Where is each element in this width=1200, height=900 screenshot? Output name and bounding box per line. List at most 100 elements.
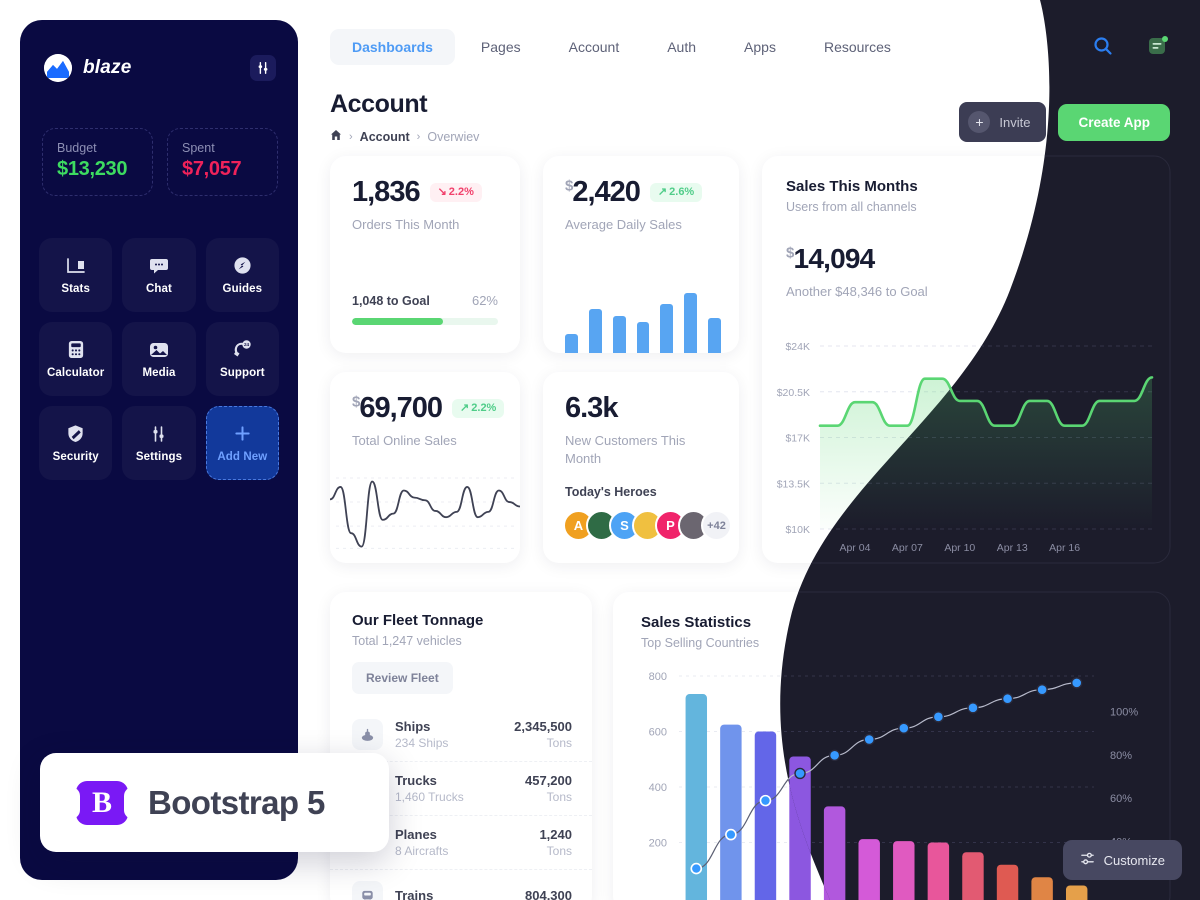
svg-text:$10K: $10K bbox=[785, 524, 810, 536]
orders-goal-block: 1,048 to Goal 62% bbox=[352, 293, 498, 325]
sidebar-item-calculator[interactable]: Calculator bbox=[39, 322, 113, 396]
sidebar-settings-icon[interactable] bbox=[250, 55, 276, 81]
fleet-list-item[interactable]: Trains 804,300 bbox=[330, 869, 592, 900]
sales-month-goal-text: Another $48,346 to Goal bbox=[786, 284, 928, 299]
arrow-up-icon: ↗ bbox=[460, 402, 470, 414]
svg-text:Apr 04: Apr 04 bbox=[839, 542, 870, 554]
tab-auth[interactable]: Auth bbox=[645, 29, 718, 65]
fleet-item-value-block: 2,345,500 Tons bbox=[514, 719, 572, 750]
chat-bubble-icon bbox=[149, 256, 169, 276]
breadcrumb-item-account[interactable]: Account bbox=[360, 130, 410, 144]
svg-text:600: 600 bbox=[649, 727, 667, 739]
fleet-item-value-block: 457,200 Tons bbox=[525, 773, 572, 804]
sidebar-item-guides[interactable]: Guides bbox=[205, 238, 279, 312]
sidebar-item-stats[interactable]: Stats bbox=[39, 238, 113, 312]
budget-summary: Budget $13,230 Spent $7,057 bbox=[20, 82, 298, 196]
fleet-item-count: 1,460 Trucks bbox=[395, 790, 464, 804]
bar bbox=[823, 806, 846, 900]
sidebar-item-label: Settings bbox=[135, 450, 183, 463]
tab-account[interactable]: Account bbox=[547, 29, 642, 65]
header-actions: + Invite Create App bbox=[959, 102, 1170, 142]
arrow-up-icon: ↗ bbox=[657, 186, 668, 198]
bar bbox=[565, 333, 578, 353]
sidebar-item-settings[interactable]: Settings bbox=[122, 406, 196, 480]
review-fleet-button[interactable]: Review Fleet bbox=[352, 662, 453, 694]
online-delta-badge: ↗ 2.2% bbox=[452, 399, 505, 418]
breadcrumb-separator: › bbox=[416, 130, 421, 143]
customers-subtitle: New Customers This Month bbox=[565, 433, 686, 466]
data-point bbox=[690, 862, 703, 875]
card-new-customers: 6.3k New Customers This Month Today's He… bbox=[543, 372, 739, 563]
svg-text:Apr 10: Apr 10 bbox=[944, 542, 975, 554]
tab-resources[interactable]: Resources bbox=[802, 29, 913, 65]
data-point bbox=[1036, 683, 1048, 696]
svg-text:80%: 80% bbox=[1110, 750, 1132, 762]
svg-text:Apr 16: Apr 16 bbox=[1049, 542, 1080, 554]
bar bbox=[612, 315, 626, 353]
tab-apps[interactable]: Apps bbox=[722, 29, 798, 65]
fleet-header: Our Fleet Tonnage Total 1,247 vehicles R… bbox=[330, 592, 592, 694]
bar bbox=[996, 864, 1019, 900]
ship-icon bbox=[352, 719, 383, 750]
avg-number: 2,420 bbox=[572, 176, 641, 208]
sidebar-item-support[interactable]: 24 Support bbox=[205, 322, 279, 396]
fleet-item-value: 2,345,500 bbox=[514, 719, 572, 734]
fleet-title: Our Fleet Tonnage bbox=[352, 612, 484, 629]
orders-goal-label: 1,048 to Goal bbox=[352, 294, 430, 308]
avg-delta-badge: ↗ 2.6% bbox=[649, 183, 703, 202]
bar bbox=[660, 304, 674, 353]
sidebar-item-add-new[interactable]: Add New bbox=[205, 406, 279, 480]
sliders-icon bbox=[1080, 851, 1095, 869]
bar bbox=[1065, 885, 1088, 900]
search-icon[interactable] bbox=[1090, 33, 1116, 59]
sales-stats-title: Sales Statistics bbox=[641, 614, 752, 631]
sidebar-item-media[interactable]: Media bbox=[122, 322, 196, 396]
bar bbox=[927, 842, 950, 900]
tab-dashboards[interactable]: Dashboards bbox=[330, 29, 455, 65]
fleet-item-unit: Tons bbox=[546, 844, 572, 858]
avatar-overflow-count[interactable]: +42 bbox=[701, 510, 732, 541]
home-icon[interactable] bbox=[330, 129, 342, 144]
bootstrap-logo-icon: B bbox=[71, 780, 133, 825]
fleet-item-value: 1,240 bbox=[539, 827, 572, 842]
sales-month-subtitle: Users from all channels bbox=[786, 200, 917, 214]
invite-label: Invite bbox=[999, 114, 1031, 130]
bar bbox=[684, 293, 698, 353]
sales-month-more-icon[interactable] bbox=[1126, 178, 1150, 200]
customers-stat-top: 6.3k New Customers This Month bbox=[543, 372, 739, 467]
fleet-item-name: Trucks bbox=[395, 773, 437, 788]
svg-text:200: 200 bbox=[649, 838, 667, 850]
notes-icon[interactable] bbox=[1145, 33, 1171, 59]
customize-button[interactable]: Customize bbox=[1062, 840, 1182, 880]
svg-text:800: 800 bbox=[649, 671, 667, 683]
heroes-avatar-group[interactable]: A S P +42 bbox=[563, 510, 732, 541]
invite-button[interactable]: + Invite bbox=[959, 102, 1047, 142]
card-fleet-tonnage: Our Fleet Tonnage Total 1,247 vehicles R… bbox=[330, 592, 592, 900]
online-number: 69,700 bbox=[359, 392, 443, 424]
top-right-icons bbox=[1090, 33, 1171, 59]
data-point bbox=[967, 701, 979, 714]
compass-icon bbox=[233, 256, 252, 276]
data-point bbox=[794, 767, 806, 780]
svg-text:$24K: $24K bbox=[785, 341, 810, 353]
breadcrumb: › Account › Overwiev bbox=[330, 129, 479, 144]
fleet-item-value: 457,200 bbox=[525, 773, 572, 788]
fleet-item-value-block: 804,300 bbox=[525, 888, 572, 900]
spent-value: $7,057 bbox=[182, 158, 242, 180]
sidebar-item-chat[interactable]: Chat bbox=[122, 238, 196, 312]
fleet-item-value-block: 1,240 Tons bbox=[539, 827, 572, 858]
sidebar-item-label: Calculator bbox=[47, 366, 105, 379]
tab-pages[interactable]: Pages bbox=[459, 29, 543, 65]
fleet-item-value: 804,300 bbox=[525, 888, 572, 900]
svg-text:$17K: $17K bbox=[785, 433, 810, 445]
sales-stats-more-icon[interactable] bbox=[1126, 614, 1150, 636]
spent-box: Spent $7,057 bbox=[167, 128, 278, 196]
sales-month-header: Sales This Months Users from all channel… bbox=[762, 156, 1170, 214]
data-point bbox=[725, 828, 737, 841]
create-app-button[interactable]: Create App bbox=[1058, 103, 1170, 141]
sales-month-area-chart: $24K $20.5K $17K $13.5K $10K Apr 04 Apr 07 Apr … bbox=[762, 338, 1170, 563]
sidebar-nav-grid: Stats Chat Guides Calculator Media 24 Support S… bbox=[20, 196, 298, 480]
brand[interactable]: blaze bbox=[44, 54, 132, 82]
online-stat-top: $69,700 ↗ 2.2% Total Online Sales bbox=[330, 372, 520, 450]
sidebar-item-security[interactable]: Security bbox=[39, 406, 113, 480]
